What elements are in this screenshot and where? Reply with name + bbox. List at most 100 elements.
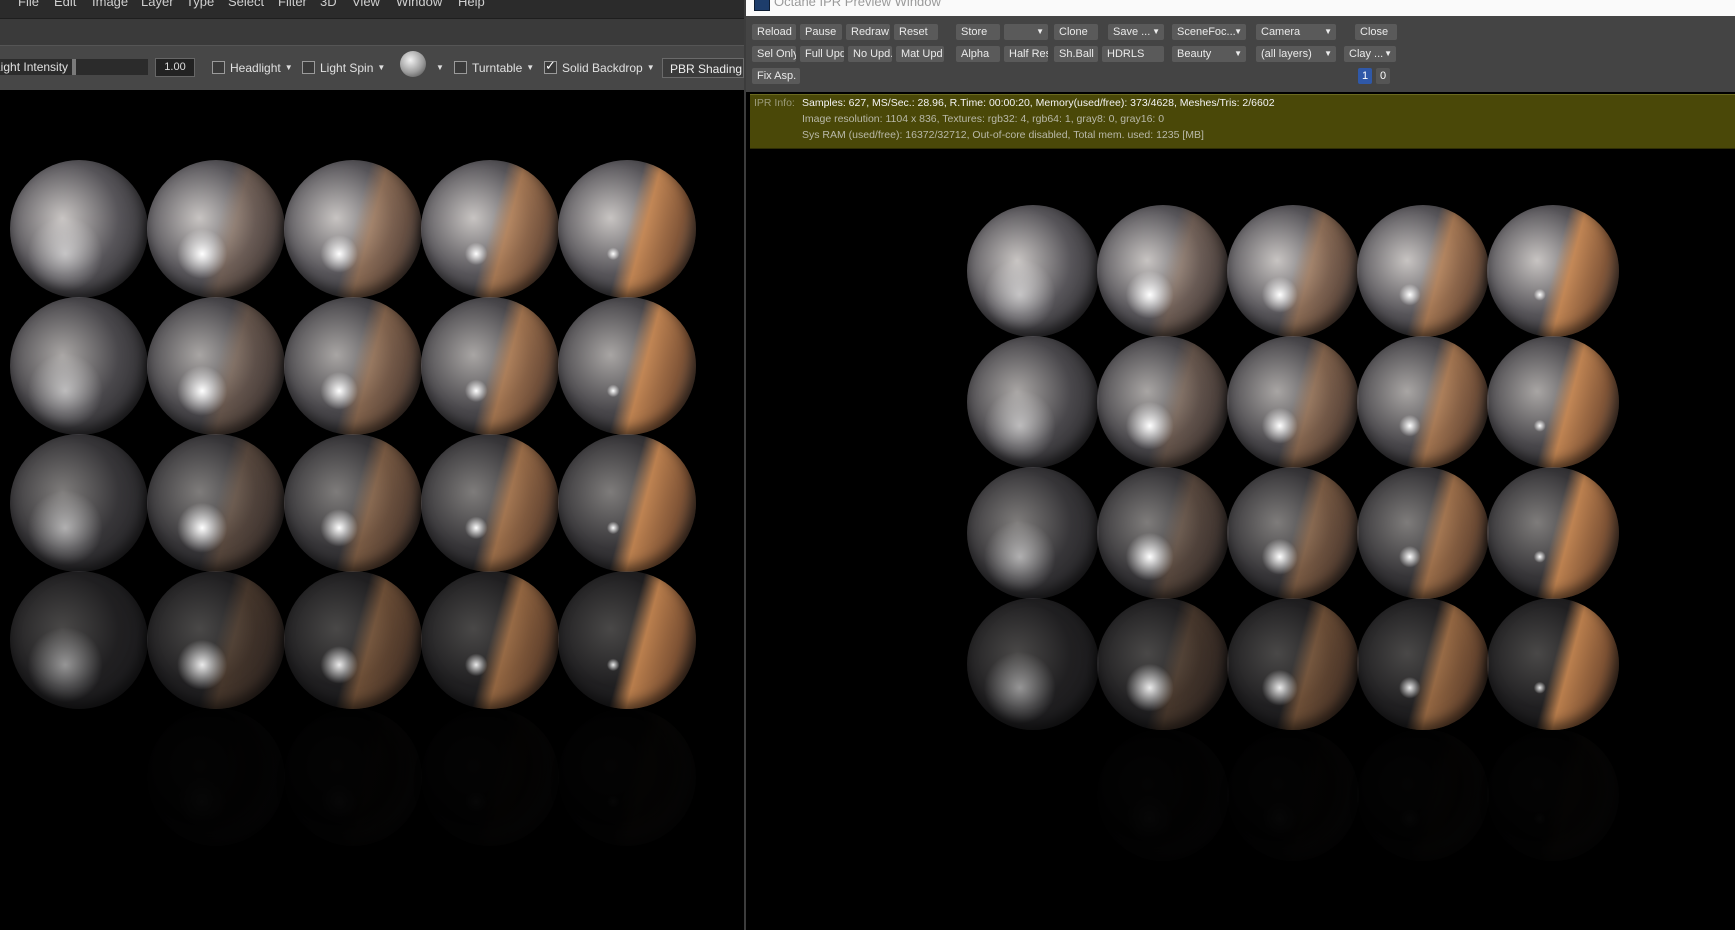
store-button[interactable]: Store xyxy=(956,24,1000,40)
pause-button[interactable]: Pause xyxy=(800,24,842,40)
hdrls-button[interactable]: HDRLS xyxy=(1102,46,1164,62)
checkbox-icon xyxy=(454,61,467,74)
octane-app-icon xyxy=(754,0,770,11)
photoshop-window: File Edit Image Layer Type Select Filter… xyxy=(0,0,744,930)
shader-ball-button[interactable]: Sh.Ball xyxy=(1054,46,1098,62)
ipr-toolbar: Reload Pause Redraw Reset Store Clone Sa… xyxy=(746,16,1735,92)
ps-sphere-r3-c1 xyxy=(10,434,148,572)
ipr-sphere-r5-c4 xyxy=(1357,729,1489,861)
fix-aspect-button[interactable]: Fix Asp. xyxy=(752,68,800,84)
ps-sphere-r3-c2 xyxy=(147,434,285,572)
ipr-sphere-r1-c5 xyxy=(1487,205,1619,337)
checkbox-checked-icon xyxy=(544,58,557,74)
beauty-pass-dropdown[interactable]: Beauty xyxy=(1172,46,1246,62)
ps-sphere-r5-c5 xyxy=(558,708,696,846)
ps-sphere-r3-c3 xyxy=(284,434,422,572)
menu-layer[interactable]: Layer xyxy=(141,0,174,9)
menu-help[interactable]: Help xyxy=(458,0,485,9)
light-intensity-slider[interactable] xyxy=(72,59,148,75)
menu-filter[interactable]: Filter xyxy=(278,0,307,9)
menu-window[interactable]: Window xyxy=(396,0,442,9)
page-1-button[interactable]: 1 xyxy=(1358,68,1372,84)
layers-dropdown[interactable]: (all layers) xyxy=(1256,46,1336,62)
ps-sphere-r4-c1 xyxy=(10,571,148,709)
turntable-label: Turntable xyxy=(472,61,523,75)
ipr-info-resolution: Image resolution: 1104 x 836, Textures: … xyxy=(802,113,1165,125)
ipr-info-label: IPR Info: xyxy=(754,97,795,109)
menu-view[interactable]: View xyxy=(352,0,380,9)
sphere-preview-icon[interactable] xyxy=(400,51,426,77)
solid-backdrop-checkbox[interactable]: Solid Backdrop ▼ xyxy=(544,58,655,75)
sel-only-button[interactable]: Sel Only xyxy=(752,46,796,62)
checkbox-icon xyxy=(302,61,315,74)
camera-dropdown[interactable]: Camera xyxy=(1256,24,1336,40)
dropdown-caret-icon[interactable]: ▼ xyxy=(377,63,385,72)
checkbox-icon xyxy=(212,61,225,74)
ps-sphere-r4-c5 xyxy=(558,571,696,709)
headlight-label: Headlight xyxy=(230,61,281,75)
sphere-dropdown[interactable]: ▼ xyxy=(432,61,444,75)
menu-edit[interactable]: Edit xyxy=(54,0,76,9)
dropdown-caret-icon[interactable]: ▼ xyxy=(647,63,655,72)
ipr-sphere-r3-c2 xyxy=(1097,467,1229,599)
dropdown-caret-icon[interactable]: ▼ xyxy=(285,63,293,72)
pbr-shading-button[interactable]: PBR Shading xyxy=(662,58,744,78)
ipr-sphere-r3-c3 xyxy=(1227,467,1359,599)
ipr-info-stats: Samples: 627, MS/Sec.: 28.96, R.Time: 00… xyxy=(802,97,1275,109)
menu-file[interactable]: File xyxy=(18,0,39,9)
document-tab-strip xyxy=(0,18,744,45)
save-dropdown[interactable]: Save ... xyxy=(1108,24,1164,40)
ipr-sphere-r5-c5 xyxy=(1487,729,1619,861)
ps-sphere-r3-c5 xyxy=(558,434,696,572)
headlight-checkbox[interactable]: Headlight ▼ xyxy=(212,61,293,75)
reload-button[interactable]: Reload xyxy=(752,24,796,40)
ipr-sphere-r1-c3 xyxy=(1227,205,1359,337)
ps-sphere-r2-c2 xyxy=(147,297,285,435)
clone-button[interactable]: Clone xyxy=(1054,24,1098,40)
light-spin-checkbox[interactable]: Light Spin ▼ xyxy=(302,61,385,75)
menu-bar: File Edit Image Layer Type Select Filter… xyxy=(0,0,744,18)
ipr-sphere-r5-c2 xyxy=(1097,729,1229,861)
menu-3d[interactable]: 3D xyxy=(320,0,337,9)
reset-button[interactable]: Reset xyxy=(894,24,938,40)
dropdown-caret-icon[interactable]: ▼ xyxy=(526,63,534,72)
menu-image[interactable]: Image xyxy=(92,0,128,9)
scene-focus-dropdown[interactable]: SceneFoc... xyxy=(1172,24,1246,40)
ipr-sphere-r1-c1 xyxy=(967,205,1099,337)
ipr-sphere-r1-c4 xyxy=(1357,205,1489,337)
ps-sphere-r1-c1 xyxy=(10,160,148,298)
ipr-sphere-r2-c3 xyxy=(1227,336,1359,468)
ps-sphere-r4-c2 xyxy=(147,571,285,709)
light-intensity-text: Light Intensity xyxy=(0,60,69,74)
ipr-sphere-r3-c5 xyxy=(1487,467,1619,599)
clay-dropdown[interactable]: Clay ... xyxy=(1344,46,1396,62)
ipr-title-bar[interactable]: Octane IPR Preview Window xyxy=(746,0,1735,16)
redraw-button[interactable]: Redraw xyxy=(846,24,890,40)
no-update-button[interactable]: No Upd. xyxy=(848,46,892,62)
page-0-button[interactable]: 0 xyxy=(1376,68,1390,84)
menu-type[interactable]: Type xyxy=(186,0,214,9)
half-res-button[interactable]: Half Res xyxy=(1004,46,1048,62)
ipr-render-viewport[interactable] xyxy=(746,150,1735,930)
light-intensity-input[interactable]: 1.00 xyxy=(155,58,195,77)
full-update-button[interactable]: Full Upd. xyxy=(800,46,844,62)
light-intensity-label: Light Intensity xyxy=(0,59,74,75)
ps-sphere-r4-c4 xyxy=(421,571,559,709)
ps-sphere-r2-c5 xyxy=(558,297,696,435)
photoshop-3d-viewport[interactable] xyxy=(0,90,744,930)
ps-sphere-r2-c1 xyxy=(10,297,148,435)
close-button[interactable]: Close xyxy=(1355,24,1397,40)
ps-sphere-r5-c2 xyxy=(147,708,285,846)
turntable-checkbox[interactable]: Turntable ▼ xyxy=(454,61,534,75)
ipr-sphere-r4-c1 xyxy=(967,598,1099,730)
ps-sphere-r5-c1 xyxy=(10,708,148,846)
ipr-sphere-r2-c5 xyxy=(1487,336,1619,468)
alpha-button[interactable]: Alpha xyxy=(956,46,1000,62)
menu-select[interactable]: Select xyxy=(228,0,264,9)
mat-update-button[interactable]: Mat Upd xyxy=(896,46,944,62)
ipr-info-panel: IPR Info: Samples: 627, MS/Sec.: 28.96, … xyxy=(750,94,1735,149)
store-slot-dropdown[interactable] xyxy=(1004,24,1048,40)
ps-sphere-r1-c5 xyxy=(558,160,696,298)
dropdown-caret-icon: ▼ xyxy=(436,63,444,72)
ps-sphere-r3-c4 xyxy=(421,434,559,572)
